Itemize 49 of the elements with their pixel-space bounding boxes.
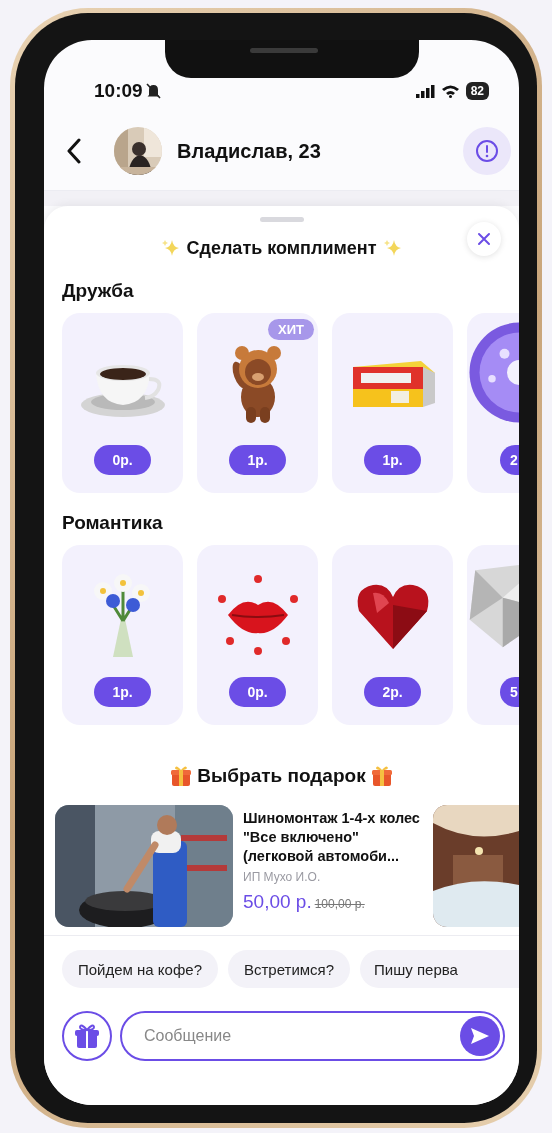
gift-section-title: Выбрать подарок <box>197 765 366 787</box>
price-tag: 0р. <box>229 677 286 707</box>
gift-card[interactable]: 2р. <box>332 545 453 725</box>
speaker <box>250 48 318 53</box>
report-button[interactable] <box>463 127 511 175</box>
battery-percent: 82 <box>465 82 489 100</box>
offer-title[interactable]: Шиномонтаж 1-4-х колес "Все включено" (легковой автомоби... <box>243 809 429 866</box>
offer-price: 50,00 р. <box>243 891 312 913</box>
gift-card[interactable]: 2 <box>467 313 519 493</box>
gift-card[interactable]: 5 <box>467 545 519 725</box>
wifi-icon <box>440 84 460 98</box>
hit-badge: ХИТ <box>268 319 314 340</box>
gift-card[interactable]: 0р. <box>62 313 183 493</box>
quick-reply-chip[interactable]: Пишу перва <box>360 950 519 988</box>
price-tag: 2р. <box>364 677 421 707</box>
gift-card[interactable]: ХИТ 1р. <box>197 313 318 493</box>
price-tag: 1р. <box>364 445 421 475</box>
seller-name: ИП Мухо И.О. <box>243 870 322 884</box>
price-tag: 1р. <box>94 677 151 707</box>
old-price: 100,00 р. <box>314 897 365 911</box>
section-title: Дружба <box>62 279 135 303</box>
section-title: Романтика <box>62 511 164 535</box>
contact-name: Владислав, 23 <box>177 139 322 163</box>
price-tag: 1р. <box>229 445 286 475</box>
gift-card[interactable]: 0р. <box>197 545 318 725</box>
gift-icon <box>171 765 192 787</box>
gift-card[interactable]: 1р. <box>332 313 453 493</box>
sheet-title: Сделать комплимент <box>186 237 377 259</box>
bell-off-icon <box>145 83 161 99</box>
back-icon <box>66 138 82 164</box>
price-tag: 2 <box>500 445 519 475</box>
quick-reply-chip[interactable]: Пойдем на кофе? <box>62 950 218 988</box>
gift-icon <box>75 1023 99 1049</box>
status-time: 10:09 <box>94 80 143 102</box>
price-tag: 0р. <box>94 445 151 475</box>
close-button[interactable] <box>467 222 501 256</box>
gift-icon <box>371 765 392 787</box>
price-tag: 5 <box>500 677 519 707</box>
quick-reply-chip[interactable]: Встретимся? <box>228 950 351 988</box>
sheet-handle[interactable] <box>259 217 304 222</box>
signal-icon <box>415 84 436 98</box>
message-field[interactable]: Сообщение <box>120 1011 505 1061</box>
send-button[interactable] <box>460 1016 500 1056</box>
message-input[interactable]: Сообщение <box>142 1026 460 1046</box>
gift-button[interactable] <box>62 1011 112 1061</box>
send-icon <box>469 1026 491 1046</box>
alert-icon <box>475 139 499 163</box>
close-icon <box>477 232 491 246</box>
gift-card[interactable]: 1р. <box>62 545 183 725</box>
